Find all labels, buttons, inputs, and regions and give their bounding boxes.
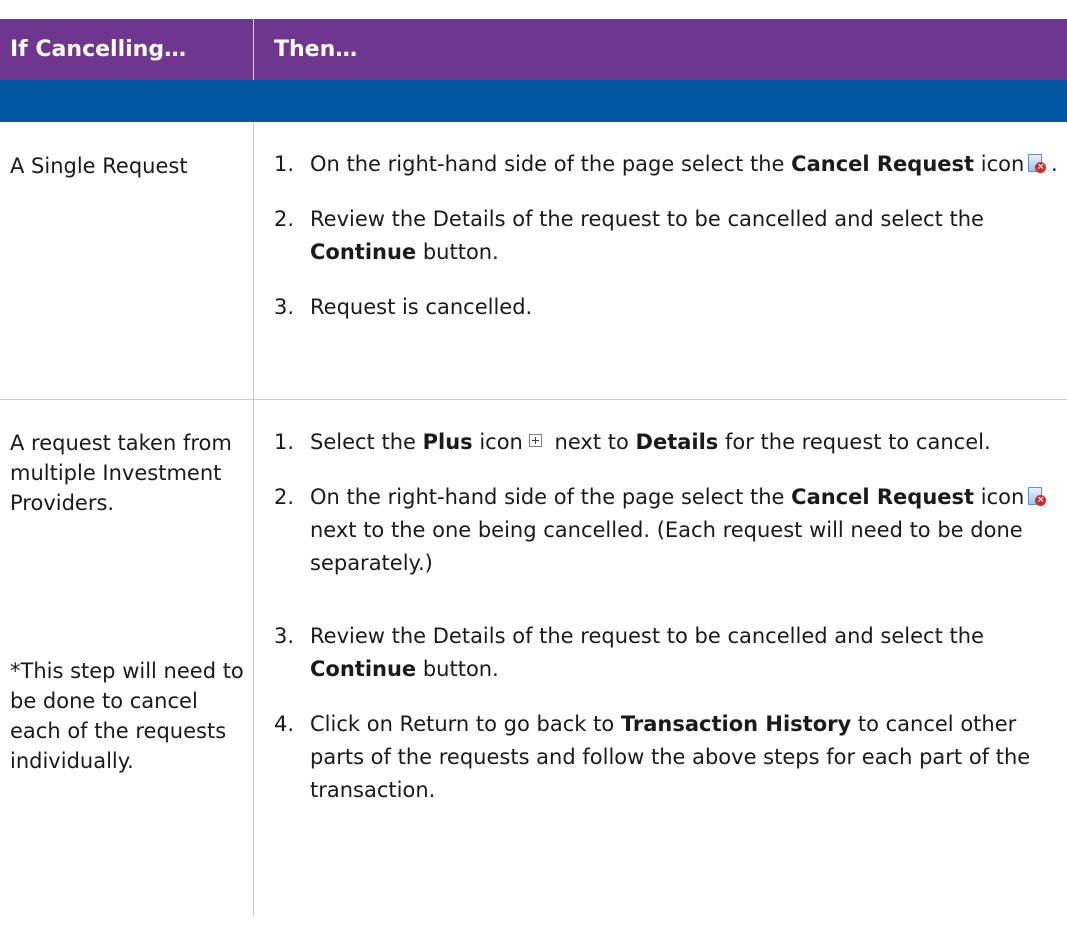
step-text: On the right-hand side of the page selec… (310, 148, 1059, 181)
step-text-bold: Details (635, 430, 719, 454)
step-text-bold: Continue (310, 657, 417, 681)
step-item: 4. Click on Return to go back to Transac… (274, 708, 1059, 807)
plus-icon (528, 434, 542, 447)
step-item: 3. Request is cancelled. (274, 291, 1059, 324)
cancel-request-icon: × (1028, 154, 1047, 173)
step-text-part: next to the one being cancelled. (Each r… (310, 518, 1023, 575)
step-text-bold: Transaction History (620, 712, 852, 736)
step-text: Request is cancelled. (310, 295, 533, 319)
step-text-part: next to (547, 430, 636, 454)
step-item: 2. Review the Details of the request to … (274, 203, 1059, 269)
cancel-request-icon: × (1028, 487, 1047, 506)
table-row: A Single Request 1. On the right-hand si… (0, 122, 1067, 400)
step-text-part: Review the Details of the request to be … (310, 207, 984, 231)
step-text-part: Select the (310, 430, 423, 454)
step-text-part: for the request to cancel. (718, 430, 991, 454)
step-text-bold: Cancel Request (791, 485, 975, 509)
table-header: If Cancelling… Then… (0, 19, 1067, 80)
step-text-part: icon (472, 430, 523, 454)
step-text-part: icon (974, 485, 1025, 509)
step-text: On the right-hand side of the page selec… (310, 481, 1059, 580)
cancellation-table: If Cancelling… Then… A Single Request 1.… (0, 19, 1067, 916)
step-text: Review the Details of the request to be … (310, 620, 1059, 686)
steps-cell: 1. Select the Plus icon next to Details … (254, 400, 1067, 916)
step-text-bold: Cancel Request (791, 152, 975, 176)
case-cell: A Single Request (0, 122, 254, 399)
header-band (0, 80, 1067, 122)
table-row: A request taken from multiple Investment… (0, 400, 1067, 916)
step-text-part: On the right-hand side of the page selec… (310, 485, 792, 509)
step-number: 3. (274, 295, 295, 319)
step-number: 2. (274, 207, 295, 231)
step-number: 1. (274, 430, 295, 454)
step-text-part: Review the Details of the request to be … (310, 624, 984, 648)
step-text-bold: Continue (310, 240, 417, 264)
step-text-part: Click on Return to go back to (310, 712, 621, 736)
step-number: 2. (274, 485, 295, 509)
step-text-bold: Plus (422, 430, 473, 454)
step-text-part: On the right-hand side of the page selec… (310, 152, 792, 176)
step-text-part: icon (974, 152, 1025, 176)
step-item: 3. Review the Details of the request to … (274, 620, 1059, 686)
step-number: 4. (274, 712, 295, 736)
steps-cell: 1. On the right-hand side of the page se… (254, 122, 1067, 399)
header-if-cancelling: If Cancelling… (0, 19, 254, 80)
case-note: *This step will need to be done to cance… (10, 659, 244, 773)
case-cell: A request taken from multiple Investment… (0, 400, 254, 916)
case-label: A request taken from multiple Investment… (10, 431, 232, 515)
step-text-part: button. (416, 657, 499, 681)
step-item: 1. On the right-hand side of the page se… (274, 148, 1059, 181)
step-item: 1. Select the Plus icon next to Details … (274, 426, 1059, 459)
step-text-part: button. (416, 240, 499, 264)
case-label: A Single Request (10, 154, 188, 178)
step-text: Select the Plus icon next to Details for… (310, 426, 1059, 459)
step-item: 2. On the right-hand side of the page se… (274, 481, 1059, 580)
step-text-part: . (1044, 152, 1058, 176)
step-text: Review the Details of the request to be … (310, 203, 1059, 269)
header-then: Then… (274, 37, 358, 62)
step-number: 3. (274, 624, 295, 648)
step-text: Click on Return to go back to Transactio… (310, 708, 1059, 807)
step-number: 1. (274, 152, 295, 176)
